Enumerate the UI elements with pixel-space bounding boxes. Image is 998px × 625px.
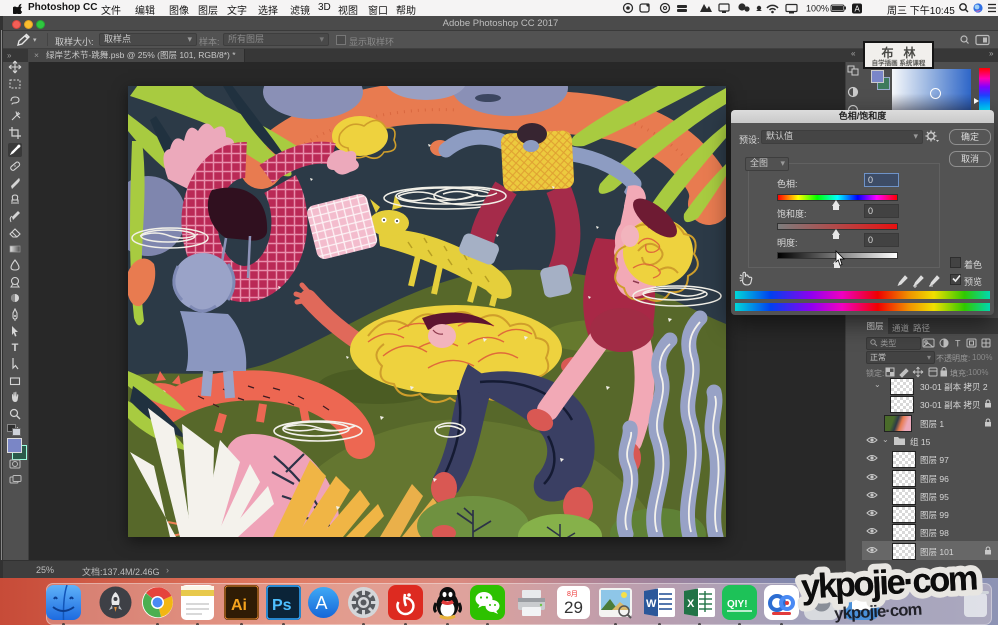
- svg-text:29: 29: [564, 598, 583, 617]
- svg-text:8月: 8月: [567, 590, 578, 598]
- svg-text:100%: 100%: [806, 4, 829, 14]
- svg-text:T: T: [955, 339, 961, 349]
- svg-text:ykpojie·com: ykpojie·com: [800, 559, 978, 606]
- svg-text:W: W: [646, 598, 657, 610]
- svg-text:X: X: [687, 598, 695, 610]
- svg-text:Ai: Ai: [231, 597, 247, 614]
- svg-text:QIY!: QIY!: [727, 599, 748, 610]
- svg-text:A: A: [855, 5, 861, 14]
- svg-text:Ps: Ps: [272, 597, 292, 614]
- svg-text:ykpojie·com: ykpojie·com: [834, 600, 922, 624]
- svg-text:A: A: [316, 593, 328, 613]
